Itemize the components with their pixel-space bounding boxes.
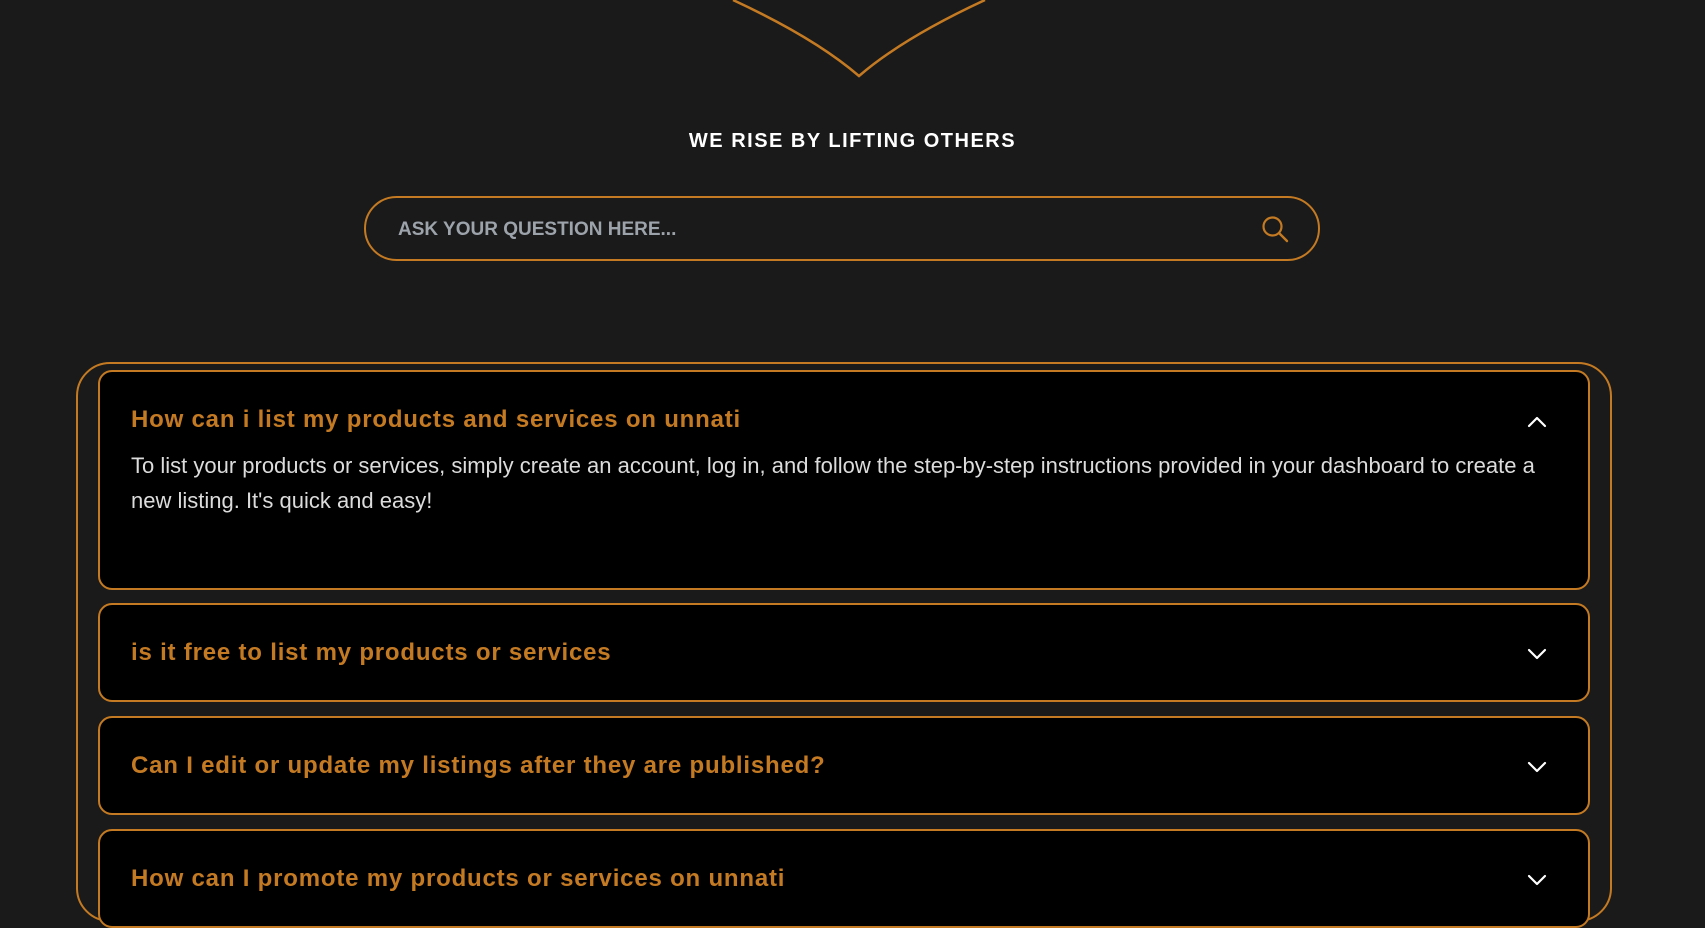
faq-answer: To list your products or services, simpl… — [131, 453, 1535, 513]
faq-item[interactable]: How can i list my products and services … — [98, 370, 1590, 590]
chevron-down-icon[interactable] — [1526, 647, 1548, 661]
faq-item[interactable]: How can I promote my products or service… — [98, 829, 1590, 928]
search-bar — [364, 196, 1320, 261]
chevron-down-icon[interactable] — [1526, 873, 1548, 887]
faq-question[interactable]: How can I promote my products or service… — [131, 865, 785, 893]
faq-item[interactable]: is it free to list my products or servic… — [98, 603, 1590, 702]
chevron-up-icon[interactable] — [1526, 415, 1548, 429]
faq-item[interactable]: Can I edit or update my listings after t… — [98, 716, 1590, 815]
faq-question[interactable]: Can I edit or update my listings after t… — [131, 752, 826, 780]
decorative-arc — [732, 0, 986, 78]
tagline: WE RISE BY LIFTING OTHERS — [688, 130, 1017, 152]
faq-question[interactable]: is it free to list my products or servic… — [131, 639, 611, 667]
search-icon[interactable] — [1260, 214, 1290, 244]
faq-question[interactable]: How can i list my products and services … — [131, 406, 741, 434]
chevron-down-icon[interactable] — [1526, 760, 1548, 774]
search-input[interactable] — [396, 198, 1220, 261]
